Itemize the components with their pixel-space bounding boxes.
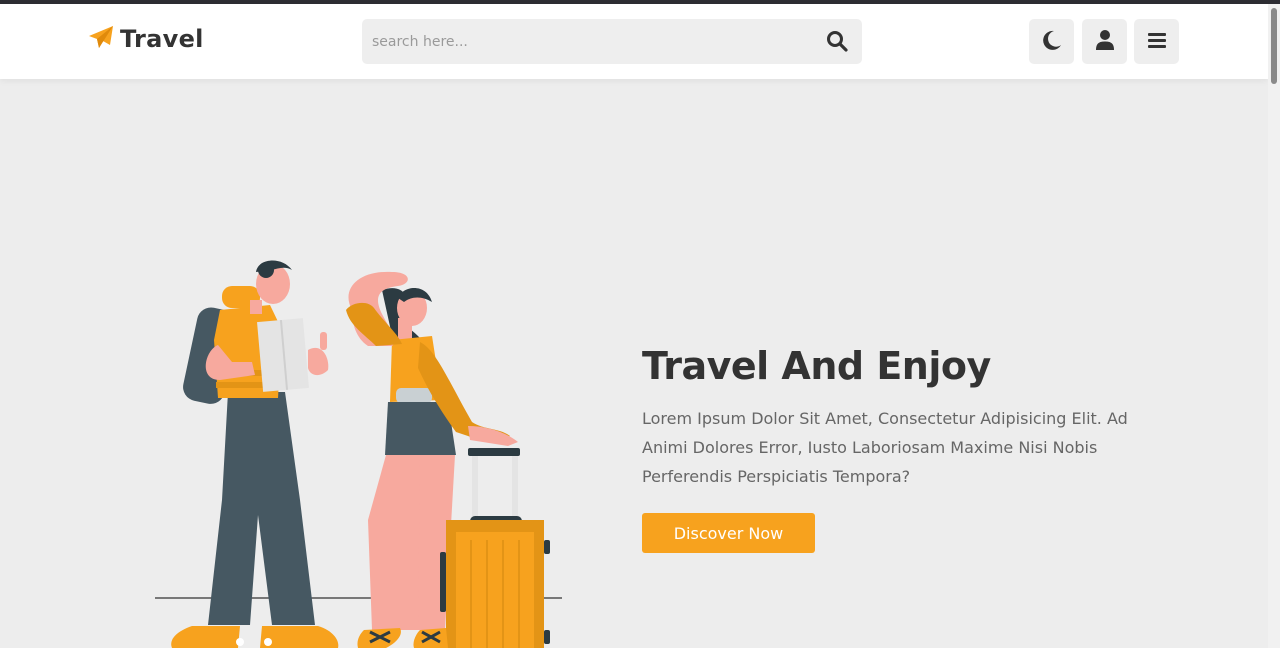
paper-plane-icon xyxy=(88,25,114,53)
search-form xyxy=(362,19,862,64)
site-header: Travel xyxy=(0,4,1268,79)
page-scrollbar[interactable] xyxy=(1268,4,1280,648)
hero-title: Travel And Enjoy xyxy=(642,344,991,388)
scrollbar-thumb[interactable] xyxy=(1271,8,1277,84)
search-icon[interactable] xyxy=(826,30,850,54)
moon-icon xyxy=(1041,29,1063,55)
hero-description: Lorem Ipsum Dolor Sit Amet, Consectetur … xyxy=(642,409,1128,486)
bars-icon xyxy=(1147,31,1167,53)
menu-button[interactable] xyxy=(1134,19,1179,64)
search-input[interactable] xyxy=(362,19,802,64)
theme-toggle-button[interactable] xyxy=(1029,19,1074,64)
user-icon xyxy=(1095,29,1115,55)
hero-content: Travel And Enjoy Lorem Ipsum Dolor Sit A… xyxy=(642,340,1162,491)
travelers-illustration xyxy=(150,250,570,648)
login-button[interactable] xyxy=(1082,19,1127,64)
logo-link[interactable]: Travel xyxy=(88,25,204,53)
discover-now-button[interactable]: Discover Now xyxy=(642,513,815,553)
logo-text: Travel xyxy=(120,25,204,53)
